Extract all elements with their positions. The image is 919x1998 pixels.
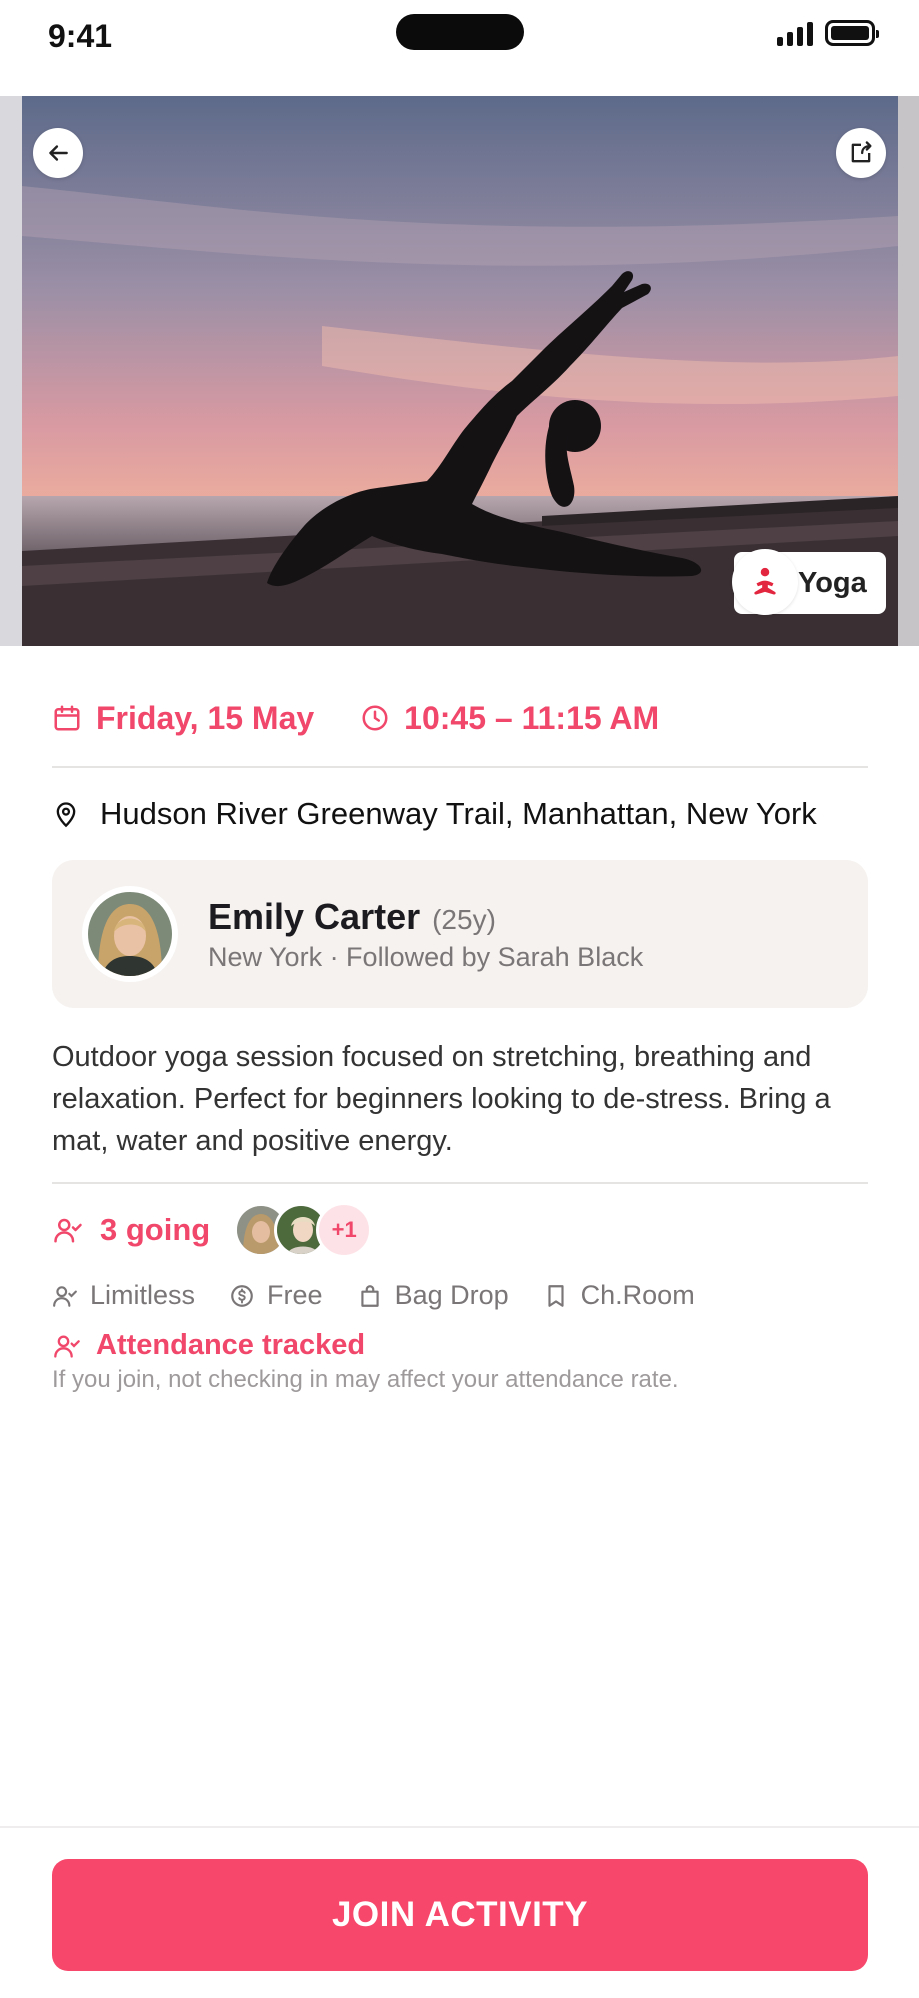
divider	[52, 766, 868, 768]
join-activity-button[interactable]: JOIN ACTIVITY	[52, 1859, 868, 1971]
status-icons	[777, 20, 879, 46]
attendees-row[interactable]: 3 going +1	[52, 1202, 868, 1258]
feature-list: Limitless Free Bag Drop Ch.Room	[52, 1280, 868, 1311]
host-name-row: Emily Carter (25y)	[208, 896, 643, 938]
location-text: Hudson River Greenway Trail, Manhattan, …	[100, 796, 817, 831]
event-details: Friday, 15 May 10:45 – 11:15 AM Hudson R…	[52, 690, 868, 1394]
going-label: 3 going	[100, 1212, 211, 1247]
activity-tag: Yoga	[732, 549, 886, 615]
feature-item: Free	[229, 1280, 323, 1311]
event-description: Outdoor yoga session focused on stretchi…	[52, 1041, 831, 1157]
event-date: Friday, 15 May	[52, 700, 314, 737]
feature-label: Ch.Room	[580, 1280, 695, 1310]
status-time: 9:41	[48, 18, 113, 54]
coin-icon	[231, 1284, 253, 1307]
battery-icon	[825, 20, 879, 46]
attendance-title-text: Attendance tracked	[96, 1329, 366, 1361]
host-avatar-photo	[88, 892, 172, 976]
host-avatar	[82, 886, 178, 982]
feature-label: Bag Drop	[394, 1280, 509, 1310]
datetime-row: Friday, 15 May 10:45 – 11:15 AM	[52, 690, 868, 746]
host-info: Emily Carter (25y) New York · Followed b…	[208, 896, 643, 973]
attendance-note: If you join, not checking in may affect …	[52, 1366, 679, 1393]
share-button[interactable]	[836, 128, 886, 178]
attendance-notice: Attendance tracked If you join, not chec…	[52, 1329, 868, 1394]
going-count: 3 going	[52, 1212, 210, 1248]
feature-item: Ch.Room	[543, 1280, 695, 1311]
feature-label: Limitless	[90, 1280, 196, 1310]
user-check-icon	[54, 1335, 80, 1358]
tag-label: Yoga	[798, 566, 867, 599]
more-attendees-badge: +1	[316, 1202, 373, 1258]
hero-edge-left	[0, 96, 22, 646]
bottom-action-bar: JOIN ACTIVITY	[0, 1826, 919, 1998]
event-time-text: 10:45 – 11:15 AM	[404, 699, 660, 736]
event-location[interactable]: Hudson River Greenway Trail, Manhattan, …	[52, 796, 868, 832]
host-card[interactable]: Emily Carter (25y) New York · Followed b…	[52, 860, 868, 1008]
user-check-icon	[54, 1218, 82, 1243]
host-name: Emily Carter	[208, 895, 421, 937]
attendee-avatars: +1	[234, 1202, 373, 1258]
bag-icon	[360, 1284, 379, 1307]
host-meta: New York · Followed by Sarah Black	[208, 941, 644, 972]
host-age: (25y)	[432, 903, 496, 935]
yoga-pose-icon	[754, 567, 776, 595]
attendance-title: Attendance tracked	[52, 1329, 868, 1362]
feature-item: Bag Drop	[357, 1280, 509, 1311]
hero-edge-right	[898, 96, 919, 646]
user-check-icon	[53, 1285, 77, 1307]
feature-label: Free	[267, 1280, 323, 1310]
arrow-left-icon	[49, 145, 68, 161]
map-pin-icon	[56, 802, 76, 828]
clock-icon	[362, 705, 388, 731]
feature-item: Limitless	[52, 1280, 195, 1311]
back-button[interactable]	[33, 128, 83, 178]
tag-icon-wrap	[732, 549, 798, 615]
share-icon	[851, 141, 872, 163]
divider	[52, 1182, 868, 1184]
status-bar: 9:41	[0, 0, 919, 96]
bookmark-icon	[548, 1284, 564, 1307]
event-date-text: Friday, 15 May	[96, 699, 315, 736]
signal-icon	[777, 20, 813, 46]
dynamic-island	[396, 14, 524, 50]
event-time: 10:45 – 11:15 AM	[360, 700, 659, 737]
calendar-icon	[54, 705, 80, 731]
